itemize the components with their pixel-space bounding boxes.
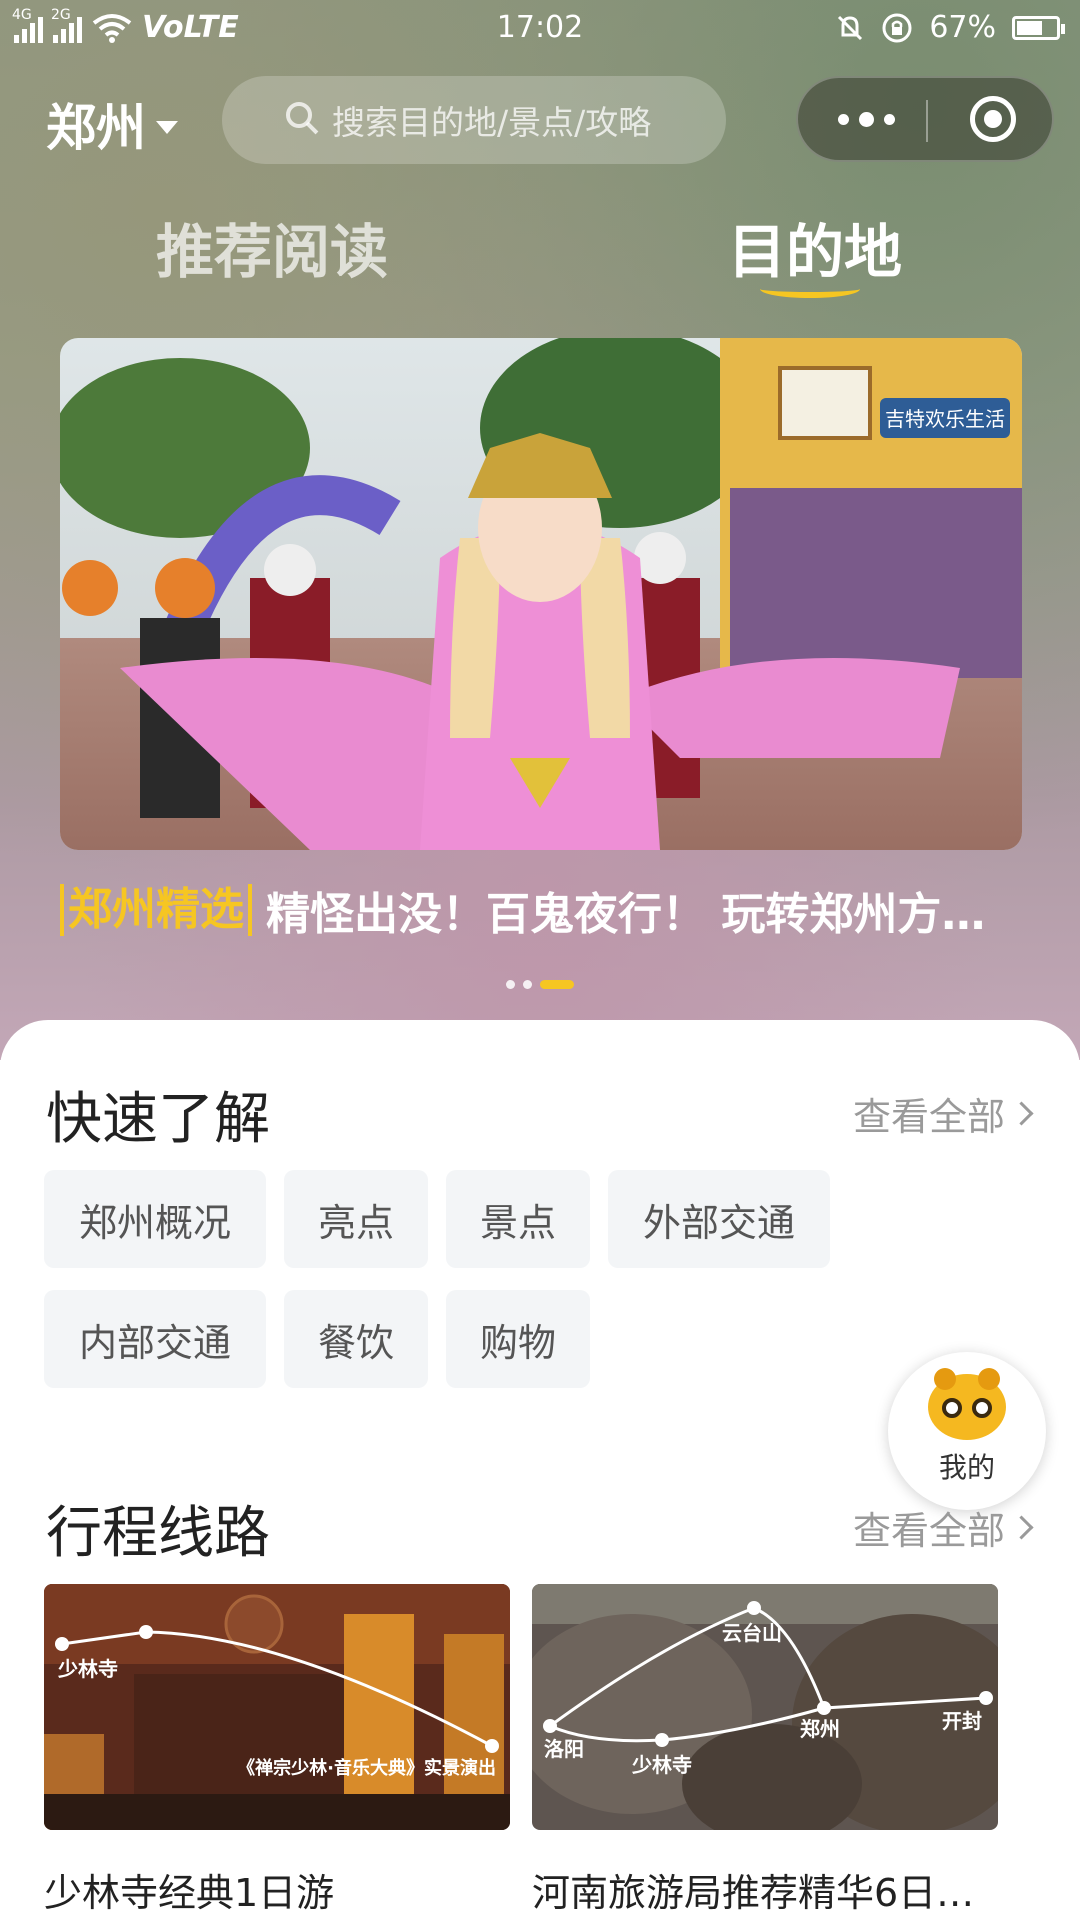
carousel-dot xyxy=(523,980,532,989)
chip-shopping[interactable]: 购物 xyxy=(446,1290,590,1388)
chip-dining[interactable]: 餐饮 xyxy=(284,1290,428,1388)
more-icon[interactable] xyxy=(836,78,896,160)
carousel-indicator xyxy=(0,980,1080,989)
search-input[interactable]: 搜索目的地/景点/攻略 xyxy=(222,76,726,164)
map-label: 少林寺 xyxy=(57,1657,118,1681)
mute-icon xyxy=(838,15,863,40)
banner-photo: 吉特欢乐生活 xyxy=(60,338,1022,850)
city-selector[interactable]: 郑州 xyxy=(46,88,178,160)
my-profile-label: 我的 xyxy=(938,1451,995,1484)
chip-attractions[interactable]: 景点 xyxy=(446,1170,590,1268)
map-label: 少林寺 xyxy=(631,1753,692,1777)
map-label: 洛阳 xyxy=(544,1737,584,1761)
rotation-lock-icon xyxy=(882,13,912,42)
chip-external-transport[interactable]: 外部交通 xyxy=(608,1170,830,1268)
map-label: 云台山 xyxy=(722,1621,782,1645)
route-title-1[interactable]: 少林寺经典1日游 xyxy=(44,1862,334,1917)
caret-down-icon xyxy=(156,120,178,134)
chip-internal-transport[interactable]: 内部交通 xyxy=(44,1290,266,1388)
close-target-icon[interactable] xyxy=(970,96,1016,142)
tab-destination[interactable]: 目的地 xyxy=(728,205,902,289)
quick-see-all-link[interactable]: 查看全部 xyxy=(852,1086,1034,1141)
battery-percent: 67% xyxy=(929,10,996,45)
banner-tag: 郑州精选 xyxy=(60,884,252,936)
see-all-label: 查看全部 xyxy=(852,1095,1005,1139)
route-title-2[interactable]: 河南旅游局推荐精华6日… xyxy=(532,1862,998,1917)
route-card-henan[interactable]: 云台山 洛阳 少林寺 郑州 开封 xyxy=(532,1584,998,1830)
route-map-2: 云台山 洛阳 少林寺 郑州 开封 xyxy=(532,1584,998,1830)
route-card-shaolin[interactable]: 少林寺 《禅宗少林·音乐大典》实景演出 xyxy=(44,1584,510,1830)
status-right: 67% xyxy=(835,10,1065,45)
carousel-dot-active xyxy=(540,980,574,989)
routes-see-all-link[interactable]: 查看全部 xyxy=(852,1500,1034,1555)
banner-title: 精怪出没！百鬼夜行！ 玩转郑州方… xyxy=(266,889,986,940)
owl-mascot-icon xyxy=(928,1368,1006,1440)
chip-highlights[interactable]: 亮点 xyxy=(284,1170,428,1268)
banner-image[interactable]: 吉特欢乐生活 xyxy=(60,338,1022,850)
my-profile-button[interactable]: 我的 xyxy=(888,1352,1046,1510)
tab-recommended-reading[interactable]: 推荐阅读 xyxy=(156,205,388,289)
banner-sign-text: 吉特欢乐生活 xyxy=(885,407,1005,431)
chip-overview[interactable]: 郑州概况 xyxy=(44,1170,266,1268)
see-all-label: 查看全部 xyxy=(852,1509,1005,1553)
routes-section-title: 行程线路 xyxy=(46,1501,270,1566)
carousel-dot xyxy=(506,980,515,989)
active-tab-indicator xyxy=(760,280,860,298)
chevron-right-icon xyxy=(1009,1515,1034,1540)
banner-caption[interactable]: 郑州精选 精怪出没！百鬼夜行！ 玩转郑州方… xyxy=(60,880,1022,940)
quick-section-title: 快速了解 xyxy=(46,1087,270,1152)
search-icon xyxy=(286,102,312,128)
city-name: 郑州 xyxy=(46,99,146,157)
route-map-1: 少林寺 《禅宗少林·音乐大典》实景演出 xyxy=(44,1584,510,1830)
capsule-divider xyxy=(926,100,928,142)
map-label: 开封 xyxy=(942,1709,982,1733)
map-label: 郑州 xyxy=(800,1717,840,1741)
search-placeholder: 搜索目的地/景点/攻略 xyxy=(332,103,652,142)
chevron-right-icon xyxy=(1009,1101,1034,1126)
status-bar: 4G 2G VoLTE 17:02 67% xyxy=(0,0,1080,56)
battery-icon xyxy=(1012,15,1065,40)
map-label: 《禅宗少林·音乐大典》实景演出 xyxy=(237,1757,496,1779)
miniprogram-capsule xyxy=(796,76,1054,162)
